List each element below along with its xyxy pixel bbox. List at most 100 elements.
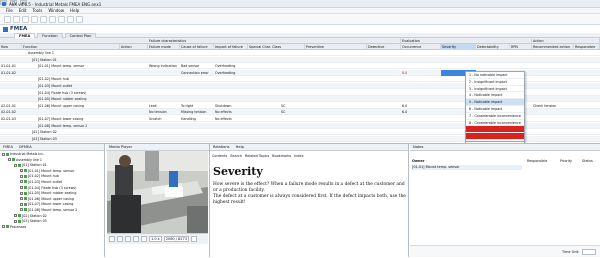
cell-occ[interactable] <box>401 129 441 135</box>
cell-cls[interactable] <box>280 50 300 56</box>
cell-act[interactable] <box>532 76 574 82</box>
cell-no[interactable] <box>0 76 22 82</box>
cell-no[interactable] <box>0 57 22 63</box>
table-row[interactable]: [01] Station 01 <box>0 56 600 63</box>
tab-function[interactable]: Function <box>37 32 63 38</box>
cell-impact[interactable]: No effects <box>214 116 248 122</box>
cell-func[interactable]: [01-08] Mount temp. sensor 2 <box>22 123 120 129</box>
severity-option[interactable]: 7 - Considerable inconvenience <box>466 113 524 120</box>
cell-act[interactable]: Check tension <box>532 103 574 109</box>
cell-impact[interactable]: Overheating <box>214 63 248 69</box>
cell-mode[interactable] <box>148 136 180 142</box>
severity-option[interactable]: 10 - Critical <box>466 133 524 140</box>
cell-act[interactable] <box>532 50 574 56</box>
cell-no[interactable] <box>0 136 22 142</box>
cell-impact[interactable]: No effects <box>214 109 248 115</box>
cell-cls[interactable] <box>280 129 300 135</box>
expand-icon[interactable] <box>8 158 11 162</box>
cell-cause[interactable] <box>180 83 214 89</box>
speed-select[interactable]: 1.0 x <box>149 236 162 242</box>
severity-option[interactable]: 3 - Insignificant impact <box>466 86 524 93</box>
cell-no[interactable] <box>0 129 22 135</box>
menu-help[interactable]: Help <box>70 8 79 13</box>
severity-option[interactable]: 6 - Noticable impact <box>466 106 524 113</box>
cell-cls[interactable] <box>280 83 300 89</box>
cell-cls[interactable]: SC <box>280 103 300 109</box>
expand-icon[interactable] <box>20 174 23 178</box>
cell-impact[interactable] <box>214 90 248 96</box>
severity-option[interactable]: 4 - Noticable impact <box>466 92 524 100</box>
expand-icon[interactable] <box>20 208 23 212</box>
cell-cause[interactable] <box>180 129 214 135</box>
cell-impact[interactable] <box>214 129 248 135</box>
cell-mode[interactable] <box>148 129 180 135</box>
cell-no[interactable] <box>0 96 22 102</box>
cell-cause[interactable]: Handling <box>180 116 214 122</box>
cell-impact[interactable]: Overheating <box>214 70 248 76</box>
notes-row[interactable]: [01-01] Mount temp. sensor <box>412 165 522 170</box>
step-back-icon[interactable] <box>133 236 139 242</box>
severity-option[interactable]: 5 - Noticable impact <box>466 99 524 106</box>
cell-mode[interactable] <box>148 83 180 89</box>
cell-cause[interactable]: Connection error <box>180 70 214 76</box>
tree-node[interactable]: Processes <box>2 225 103 231</box>
menu-edit[interactable]: Edit <box>19 8 27 13</box>
cell-impact[interactable] <box>214 96 248 102</box>
expand-icon[interactable] <box>20 180 23 184</box>
cell-occ[interactable]: 6.0 <box>401 109 441 115</box>
copy-icon[interactable] <box>67 15 74 23</box>
expand-icon[interactable] <box>20 197 23 201</box>
cell-mode[interactable] <box>148 76 180 82</box>
cell-act[interactable] <box>532 83 574 89</box>
cell-impact[interactable] <box>214 57 248 63</box>
cell-occ[interactable] <box>401 96 441 102</box>
play-icon[interactable] <box>109 236 115 242</box>
cell-impact[interactable] <box>214 83 248 89</box>
stop-icon[interactable] <box>125 236 131 242</box>
menu-window[interactable]: Window <box>48 8 64 13</box>
cell-act[interactable] <box>532 116 574 122</box>
cell-act[interactable] <box>532 109 574 115</box>
paste-icon[interactable] <box>76 15 83 23</box>
help-related-link[interactable]: Related Topics <box>245 154 269 158</box>
cell-func[interactable]: Assembly line 1 <box>22 50 120 56</box>
cell-no[interactable]: 02-01-02 <box>0 109 22 115</box>
cell-cls[interactable] <box>280 70 300 76</box>
cell-cls[interactable] <box>280 63 300 69</box>
cell-mode[interactable]: Wrong indication <box>148 63 180 69</box>
cell-act[interactable] <box>532 123 574 129</box>
tab-fmea-tree[interactable]: FMEA <box>3 145 13 149</box>
cell-mode[interactable] <box>148 90 180 96</box>
redo-icon[interactable] <box>49 15 56 23</box>
cell-no[interactable] <box>0 123 22 129</box>
help-search-link[interactable]: Search <box>230 154 242 158</box>
cell-cls[interactable] <box>280 136 300 142</box>
cell-func[interactable] <box>22 109 120 115</box>
severity-option[interactable]: 2 - Insignificant impact <box>466 79 524 86</box>
video-frame[interactable] <box>107 151 208 233</box>
cell-act[interactable] <box>532 70 574 76</box>
step-forward-icon[interactable] <box>141 236 147 242</box>
help-bookmarks-link[interactable]: Bookmarks <box>272 154 291 158</box>
cell-func[interactable]: [01-05] Mount rubber sealing <box>22 96 120 102</box>
cell-occ[interactable] <box>401 63 441 69</box>
cell-func[interactable] <box>22 70 120 76</box>
expand-icon[interactable] <box>2 225 5 229</box>
expand-icon[interactable] <box>14 214 17 218</box>
time-unit-select[interactable] <box>581 248 596 255</box>
cell-cause[interactable] <box>180 57 214 63</box>
save-icon[interactable] <box>22 15 29 23</box>
table-row[interactable]: 01-01-01 [01-01] Mount temp. sensor Wrong … <box>0 63 600 70</box>
cell-sev[interactable] <box>441 57 476 63</box>
cell-sev[interactable] <box>441 50 476 56</box>
splitter[interactable] <box>408 143 409 257</box>
cell-occ[interactable] <box>401 123 441 129</box>
cell-impact[interactable] <box>214 50 248 56</box>
cell-cls[interactable] <box>280 76 300 82</box>
cell-func[interactable]: [01-03] Mount outlet <box>22 83 120 89</box>
pause-icon[interactable] <box>117 236 123 242</box>
expand-icon[interactable] <box>20 186 23 190</box>
cut-icon[interactable] <box>58 15 65 23</box>
cell-mode[interactable] <box>148 57 180 63</box>
cell-mode[interactable] <box>148 123 180 129</box>
